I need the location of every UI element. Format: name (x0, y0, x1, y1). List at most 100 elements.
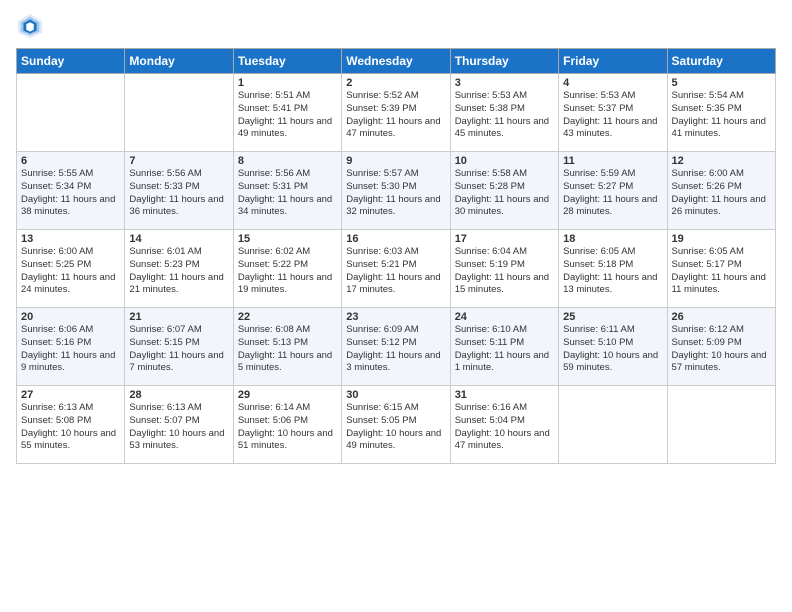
cell-info: Sunset: 5:35 PM (672, 103, 771, 116)
cell-info: Daylight: 10 hours and 57 minutes. (672, 350, 771, 376)
cell-info: Sunset: 5:28 PM (455, 181, 554, 194)
cell-info: Sunset: 5:04 PM (455, 415, 554, 428)
cell-info: Daylight: 10 hours and 55 minutes. (21, 428, 120, 454)
cell-info: Sunrise: 5:54 AM (672, 90, 771, 103)
day-number: 21 (129, 311, 228, 323)
day-number: 4 (563, 77, 662, 89)
calendar-cell: 10Sunrise: 5:58 AMSunset: 5:28 PMDayligh… (450, 152, 558, 230)
calendar-cell: 23Sunrise: 6:09 AMSunset: 5:12 PMDayligh… (342, 308, 450, 386)
cell-info: Daylight: 11 hours and 11 minutes. (672, 272, 771, 298)
cell-info: Sunset: 5:07 PM (129, 415, 228, 428)
day-header-wednesday: Wednesday (342, 49, 450, 74)
day-number: 5 (672, 77, 771, 89)
day-header-saturday: Saturday (667, 49, 775, 74)
cell-info: Daylight: 11 hours and 21 minutes. (129, 272, 228, 298)
cell-info: Daylight: 11 hours and 26 minutes. (672, 194, 771, 220)
calendar-cell: 27Sunrise: 6:13 AMSunset: 5:08 PMDayligh… (17, 386, 125, 464)
day-number: 13 (21, 233, 120, 245)
cell-info: Sunrise: 6:15 AM (346, 402, 445, 415)
day-number: 2 (346, 77, 445, 89)
day-number: 9 (346, 155, 445, 167)
cell-info: Sunset: 5:11 PM (455, 337, 554, 350)
cell-info: Sunset: 5:13 PM (238, 337, 337, 350)
cell-info: Sunset: 5:34 PM (21, 181, 120, 194)
calendar-cell: 26Sunrise: 6:12 AMSunset: 5:09 PMDayligh… (667, 308, 775, 386)
cell-info: Sunrise: 5:59 AM (563, 168, 662, 181)
week-row-1: 1Sunrise: 5:51 AMSunset: 5:41 PMDaylight… (17, 74, 776, 152)
day-number: 27 (21, 389, 120, 401)
cell-info: Daylight: 11 hours and 3 minutes. (346, 350, 445, 376)
calendar-cell (17, 74, 125, 152)
cell-info: Daylight: 10 hours and 59 minutes. (563, 350, 662, 376)
cell-info: Sunrise: 6:04 AM (455, 246, 554, 259)
cell-info: Sunset: 5:18 PM (563, 259, 662, 272)
cell-info: Sunset: 5:16 PM (21, 337, 120, 350)
cell-info: Sunset: 5:30 PM (346, 181, 445, 194)
calendar-cell: 15Sunrise: 6:02 AMSunset: 5:22 PMDayligh… (233, 230, 341, 308)
day-number: 14 (129, 233, 228, 245)
cell-info: Sunrise: 5:57 AM (346, 168, 445, 181)
day-header-monday: Monday (125, 49, 233, 74)
cell-info: Sunset: 5:27 PM (563, 181, 662, 194)
cell-info: Daylight: 11 hours and 17 minutes. (346, 272, 445, 298)
day-header-tuesday: Tuesday (233, 49, 341, 74)
cell-info: Daylight: 11 hours and 41 minutes. (672, 116, 771, 142)
day-number: 25 (563, 311, 662, 323)
cell-info: Sunrise: 6:11 AM (563, 324, 662, 337)
cell-info: Sunrise: 5:56 AM (129, 168, 228, 181)
cell-info: Daylight: 11 hours and 13 minutes. (563, 272, 662, 298)
day-number: 31 (455, 389, 554, 401)
cell-info: Sunrise: 6:02 AM (238, 246, 337, 259)
cell-info: Sunset: 5:17 PM (672, 259, 771, 272)
cell-info: Daylight: 11 hours and 28 minutes. (563, 194, 662, 220)
day-number: 26 (672, 311, 771, 323)
cell-info: Sunrise: 5:51 AM (238, 90, 337, 103)
calendar-cell: 21Sunrise: 6:07 AMSunset: 5:15 PMDayligh… (125, 308, 233, 386)
cell-info: Sunrise: 6:01 AM (129, 246, 228, 259)
calendar-cell: 25Sunrise: 6:11 AMSunset: 5:10 PMDayligh… (559, 308, 667, 386)
cell-info: Sunrise: 6:12 AM (672, 324, 771, 337)
cell-info: Daylight: 11 hours and 5 minutes. (238, 350, 337, 376)
calendar-cell: 1Sunrise: 5:51 AMSunset: 5:41 PMDaylight… (233, 74, 341, 152)
calendar-cell: 12Sunrise: 6:00 AMSunset: 5:26 PMDayligh… (667, 152, 775, 230)
cell-info: Daylight: 11 hours and 47 minutes. (346, 116, 445, 142)
cell-info: Daylight: 10 hours and 49 minutes. (346, 428, 445, 454)
cell-info: Sunrise: 6:00 AM (672, 168, 771, 181)
calendar-cell: 7Sunrise: 5:56 AMSunset: 5:33 PMDaylight… (125, 152, 233, 230)
cell-info: Sunrise: 5:58 AM (455, 168, 554, 181)
cell-info: Daylight: 11 hours and 43 minutes. (563, 116, 662, 142)
day-number: 30 (346, 389, 445, 401)
cell-info: Sunrise: 6:05 AM (563, 246, 662, 259)
cell-info: Daylight: 10 hours and 53 minutes. (129, 428, 228, 454)
cell-info: Sunset: 5:23 PM (129, 259, 228, 272)
day-number: 24 (455, 311, 554, 323)
logo (16, 12, 46, 40)
calendar-cell: 2Sunrise: 5:52 AMSunset: 5:39 PMDaylight… (342, 74, 450, 152)
cell-info: Sunset: 5:39 PM (346, 103, 445, 116)
day-number: 16 (346, 233, 445, 245)
cell-info: Sunrise: 5:53 AM (563, 90, 662, 103)
day-header-friday: Friday (559, 49, 667, 74)
day-header-sunday: Sunday (17, 49, 125, 74)
cell-info: Daylight: 11 hours and 38 minutes. (21, 194, 120, 220)
day-number: 11 (563, 155, 662, 167)
calendar-cell (667, 386, 775, 464)
cell-info: Sunset: 5:22 PM (238, 259, 337, 272)
calendar-cell: 20Sunrise: 6:06 AMSunset: 5:16 PMDayligh… (17, 308, 125, 386)
calendar-cell: 8Sunrise: 5:56 AMSunset: 5:31 PMDaylight… (233, 152, 341, 230)
cell-info: Sunset: 5:31 PM (238, 181, 337, 194)
calendar-cell: 3Sunrise: 5:53 AMSunset: 5:38 PMDaylight… (450, 74, 558, 152)
cell-info: Daylight: 11 hours and 36 minutes. (129, 194, 228, 220)
day-number: 3 (455, 77, 554, 89)
cell-info: Sunset: 5:12 PM (346, 337, 445, 350)
day-number: 20 (21, 311, 120, 323)
cell-info: Daylight: 11 hours and 32 minutes. (346, 194, 445, 220)
cell-info: Daylight: 11 hours and 45 minutes. (455, 116, 554, 142)
cell-info: Daylight: 10 hours and 51 minutes. (238, 428, 337, 454)
cell-info: Sunrise: 6:14 AM (238, 402, 337, 415)
cell-info: Sunset: 5:41 PM (238, 103, 337, 116)
calendar-cell (559, 386, 667, 464)
header-row: SundayMondayTuesdayWednesdayThursdayFrid… (17, 49, 776, 74)
cell-info: Sunset: 5:33 PM (129, 181, 228, 194)
cell-info: Sunrise: 5:56 AM (238, 168, 337, 181)
